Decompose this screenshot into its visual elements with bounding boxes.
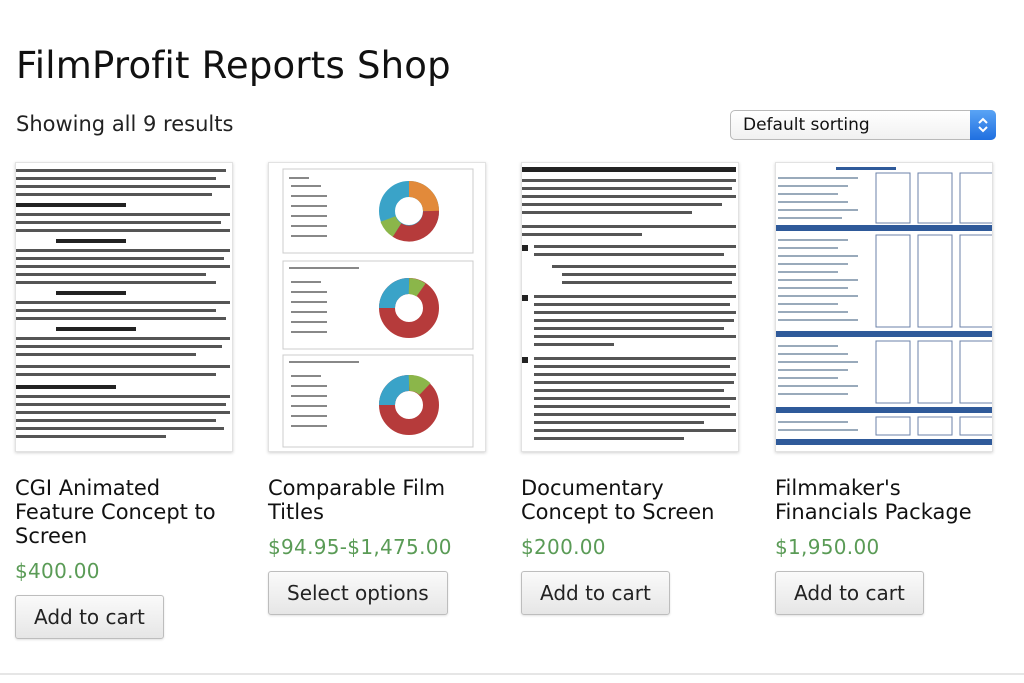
sort-select-value: Default sorting <box>743 115 870 135</box>
result-count: Showing all 9 results <box>16 112 234 136</box>
product-card: Documentary Concept to Screen $200.00 Ad… <box>521 162 741 615</box>
financial-table-image <box>776 167 992 445</box>
product-price: $200.00 <box>521 535 606 559</box>
product-title[interactable]: CGI Animated Feature Concept to Screen <box>15 476 235 548</box>
document-page-image <box>16 169 230 438</box>
product-card: Comparable Film Titles $94.95-$1,475.00 … <box>268 162 488 615</box>
product-price: $1,950.00 <box>775 535 880 559</box>
divider <box>0 673 1024 675</box>
product-title[interactable]: Filmmaker's Financials Package <box>775 476 995 524</box>
product-card: CGI Animated Feature Concept to Screen $… <box>15 162 235 639</box>
page-title: FilmProfit Reports Shop <box>16 44 451 87</box>
product-title[interactable]: Documentary Concept to Screen <box>521 476 741 524</box>
product-thumbnail[interactable] <box>775 162 993 452</box>
product-thumbnail[interactable] <box>15 162 233 452</box>
product-price: $94.95-$1,475.00 <box>268 535 452 559</box>
add-to-cart-button[interactable]: Add to cart <box>521 571 670 615</box>
product-price: $400.00 <box>15 559 100 583</box>
document-page-image <box>522 167 736 440</box>
add-to-cart-button[interactable]: Add to cart <box>775 571 924 615</box>
product-thumbnail[interactable] <box>268 162 486 452</box>
product-card: Filmmaker's Financials Package $1,950.00… <box>775 162 995 615</box>
select-options-button[interactable]: Select options <box>268 571 448 615</box>
product-thumbnail[interactable] <box>521 162 739 452</box>
product-title[interactable]: Comparable Film Titles <box>268 476 488 524</box>
select-stepper-icon <box>970 110 996 140</box>
add-to-cart-button[interactable]: Add to cart <box>15 595 164 639</box>
sort-select[interactable]: Default sorting <box>730 110 996 140</box>
donut-charts-image <box>282 168 474 448</box>
